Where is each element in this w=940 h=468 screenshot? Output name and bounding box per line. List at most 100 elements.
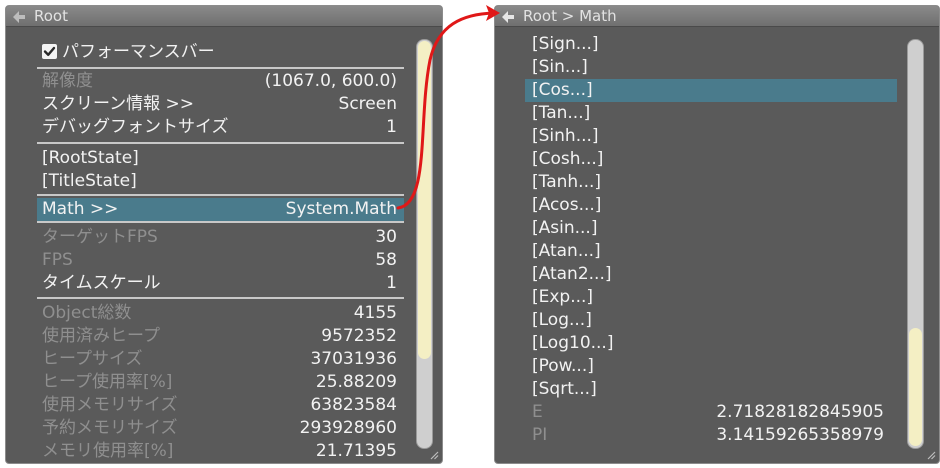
function-label: [Log10...] [532,333,614,353]
used-heap-label: 使用済みヒープ [42,326,160,346]
root-panel-titlebar[interactable]: Root [6,6,442,27]
function-item[interactable]: [Log10...] [532,332,884,355]
function-item[interactable]: [Log...] [532,309,884,332]
math-row[interactable]: Math >> System.Math [37,198,404,221]
resize-grip-icon[interactable] [925,449,936,460]
resolution-value: (1067.0, 600.0) [264,71,397,91]
root-debug-panel: Root パフォーマンスバー 解像度 (1067.0, 600.0) スクリーン… [5,5,443,464]
function-item[interactable]: [Exp...] [532,286,884,309]
function-label: [Tan...] [532,103,591,123]
function-item-selected[interactable]: [Cos...] [525,79,897,102]
target-fps-row: ターゲットFPS 30 [42,226,397,249]
fps-row: FPS 58 [42,249,397,272]
memory-row: 使用メモリサイズ 63823584 [42,394,397,417]
root-state-item[interactable]: [RootState] [42,147,397,170]
function-item[interactable]: [Sin...] [532,56,884,79]
constant-e-label: E [532,402,543,422]
back-arrow-icon[interactable] [500,9,516,25]
resolution-row: 解像度 (1067.0, 600.0) [42,70,397,93]
reserved-memory-value: 293928960 [299,418,397,438]
vertical-scrollbar[interactable] [416,39,433,449]
used-heap-value: 9572352 [321,326,397,346]
time-scale-label: タイムスケール [42,273,161,293]
function-label: [Tanh...] [532,172,602,192]
root-state-label: [RootState] [42,148,139,168]
separator [37,142,404,144]
heap-usage-label: ヒープ使用率[%] [42,372,173,392]
function-item[interactable]: [Sign...] [532,33,884,56]
object-count-value: 4155 [353,303,397,323]
function-label: [Sign...] [532,34,599,54]
memory-row: 予約メモリサイズ 293928960 [42,417,397,440]
performance-bar-label: パフォーマンスバー [62,42,215,62]
checkmark-icon [43,46,56,56]
checkbox[interactable] [42,44,57,59]
memory-row: ヒープサイズ 37031936 [42,348,397,371]
function-item[interactable]: [Acos...] [532,194,884,217]
constant-e-value: 2.71828182845905 [716,402,884,422]
function-item[interactable]: [Tanh...] [532,171,884,194]
math-panel-titlebar[interactable]: Root > Math [495,6,939,27]
fps-label: FPS [42,250,73,270]
function-label: [Atan...] [532,241,601,261]
separator [37,194,404,196]
function-item[interactable]: [Tan...] [532,102,884,125]
function-label: [Log...] [532,310,592,330]
scrollbar-thumb[interactable] [909,328,922,446]
function-item[interactable]: [Cosh...] [532,148,884,171]
function-item[interactable]: [Atan2...] [532,263,884,286]
target-fps-label: ターゲットFPS [42,227,158,247]
title-state-label: [TitleState] [42,171,137,191]
function-label: [Atan2...] [532,264,612,284]
back-arrow-icon[interactable] [11,9,27,25]
screen-info-value: Screen [338,94,397,114]
memory-row: メモリ使用率[%] 21.71395 [42,440,397,463]
function-item[interactable]: [Atan...] [532,240,884,263]
constant-e-row: E 2.71828182845905 [532,401,884,424]
debug-font-size-row[interactable]: デバッグフォントサイズ 1 [42,116,397,139]
function-label: [Sin...] [532,57,588,77]
memory-row: ヒープ使用率[%] 25.88209 [42,371,397,394]
debug-font-size-label: デバッグフォントサイズ [42,117,229,137]
screen-info-row[interactable]: スクリーン情報 >> Screen [42,93,397,116]
function-item[interactable]: [Pow...] [532,355,884,378]
memory-usage-label: メモリ使用率[%] [42,441,174,461]
object-count-label: Object総数 [42,303,132,323]
target-fps-value: 30 [375,227,397,247]
function-item[interactable]: [Sinh...] [532,125,884,148]
function-item[interactable]: [Sqrt...] [532,378,884,401]
function-item[interactable]: [Asin...] [532,217,884,240]
math-label: Math >> [42,199,119,219]
function-label: [Cosh...] [532,149,604,169]
function-label: [Sinh...] [532,126,599,146]
resize-grip-icon[interactable] [428,449,439,460]
function-label: [Pow...] [532,356,594,376]
function-label: [Exp...] [532,287,594,307]
root-panel-title: Root [34,7,68,25]
separator [37,221,404,223]
resolution-label: 解像度 [42,71,93,91]
memory-row: 使用済みヒープ 9572352 [42,325,397,348]
used-memory-value: 63823584 [310,395,397,415]
title-state-item[interactable]: [TitleState] [42,170,397,193]
performance-bar-toggle[interactable]: パフォーマンスバー [42,41,397,64]
fps-value: 58 [375,250,397,270]
vertical-scrollbar[interactable] [907,39,924,449]
scrollbar-thumb[interactable] [418,41,431,359]
constant-pi-row: PI 3.14159265358979 [532,424,884,447]
math-panel-title: Root > Math [523,7,617,25]
time-scale-row[interactable]: タイムスケール 1 [42,272,397,295]
time-scale-value: 1 [386,273,397,293]
function-label: [Acos...] [532,195,602,215]
screen-info-label: スクリーン情報 >> [42,94,195,114]
used-memory-label: 使用メモリサイズ [42,395,178,415]
heap-usage-value: 25.88209 [315,372,397,392]
memory-row: Object総数 4155 [42,302,397,325]
math-value: System.Math [285,199,397,219]
heap-size-label: ヒープサイズ [42,349,143,369]
function-label: [Asin...] [532,218,598,238]
separator [37,67,404,69]
constant-pi-value: 3.14159265358979 [716,425,884,445]
debug-font-size-value: 1 [386,117,397,137]
memory-usage-value: 21.71395 [315,441,397,461]
